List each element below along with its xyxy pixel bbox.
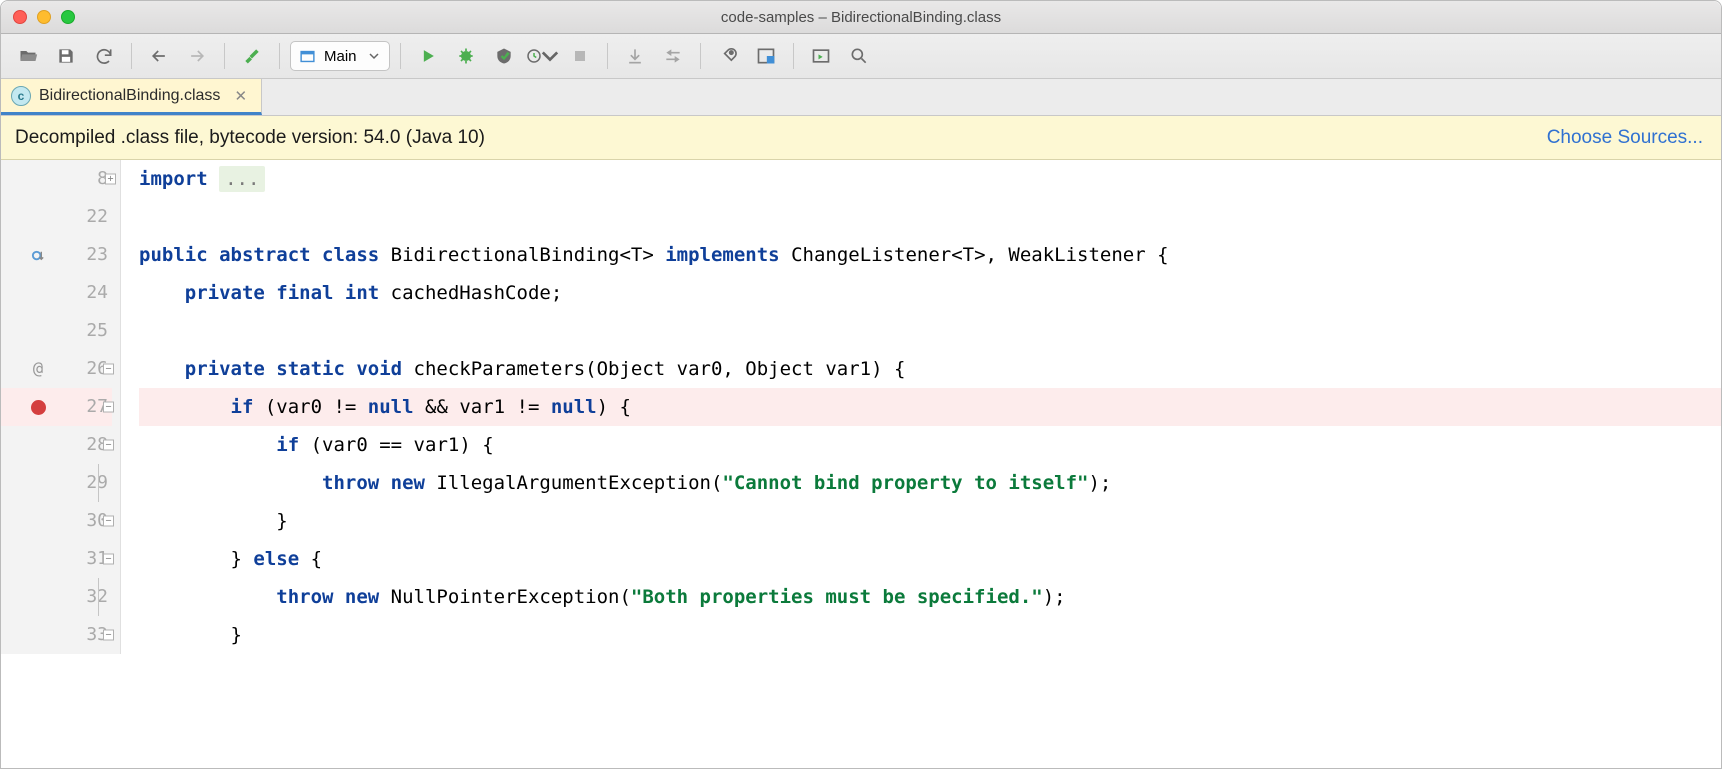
line-number: 26 xyxy=(68,350,108,388)
toolbar-separator xyxy=(131,43,132,69)
line-number: 24 xyxy=(68,274,108,312)
notice-text: Decompiled .class file, bytecode version… xyxy=(15,127,485,149)
line-number: 30 xyxy=(68,502,108,540)
window-minimize-button[interactable] xyxy=(37,10,51,24)
fold-expand-icon[interactable]: + xyxy=(105,174,116,185)
editor-tab-active[interactable]: c BidirectionalBinding.class ✕ xyxy=(1,79,262,115)
toolbar-separator xyxy=(700,43,701,69)
save-button[interactable] xyxy=(49,39,83,73)
override-icon[interactable] xyxy=(31,248,46,263)
chevron-down-icon xyxy=(369,51,379,61)
toolbar-separator xyxy=(224,43,225,69)
tab-close-button[interactable]: ✕ xyxy=(234,87,247,105)
debug-button[interactable] xyxy=(449,39,483,73)
line-number: 31 xyxy=(68,540,108,578)
window-close-button[interactable] xyxy=(13,10,27,24)
nav-back-button[interactable] xyxy=(142,39,176,73)
vcs-update-button[interactable] xyxy=(618,39,652,73)
toolbar-separator xyxy=(793,43,794,69)
run-button[interactable] xyxy=(411,39,445,73)
run-config-label: Main xyxy=(324,48,357,65)
toolbar-separator xyxy=(400,43,401,69)
annotation-icon[interactable]: @ xyxy=(33,350,43,388)
editor-tab-bar: c BidirectionalBinding.class ✕ xyxy=(1,79,1721,116)
main-toolbar: Main xyxy=(1,34,1721,79)
fold-collapse-icon[interactable]: − xyxy=(103,402,114,413)
settings-button[interactable] xyxy=(711,39,745,73)
editor-gutter[interactable]: 8+ 22 23 24 25 @26− 27− 28− 29 30− 31− 3… xyxy=(1,160,121,654)
code-editor[interactable]: 8+ 22 23 24 25 @26− 27− 28− 29 30− 31− 3… xyxy=(1,160,1721,654)
line-number: 25 xyxy=(68,312,108,350)
class-file-icon: c xyxy=(11,86,31,106)
fold-end-icon[interactable]: − xyxy=(103,630,114,641)
line-number: 23 xyxy=(68,236,108,274)
line-number: 27 xyxy=(68,388,108,426)
breakpoint-icon[interactable] xyxy=(31,400,46,415)
coverage-button[interactable] xyxy=(487,39,521,73)
run-anything-button[interactable] xyxy=(804,39,838,73)
run-config-selector[interactable]: Main xyxy=(290,41,390,71)
code-area[interactable]: import ... public abstract class Bidirec… xyxy=(121,160,1721,654)
line-number: 8 xyxy=(68,160,108,198)
search-everywhere-button[interactable] xyxy=(842,39,876,73)
build-button[interactable] xyxy=(235,39,269,73)
line-number: 33 xyxy=(68,616,108,654)
fold-collapse-icon[interactable]: − xyxy=(103,440,114,451)
toolbar-separator xyxy=(279,43,280,69)
traffic-lights xyxy=(13,10,75,24)
fold-collapse-icon[interactable]: − xyxy=(103,364,114,375)
stop-button[interactable] xyxy=(563,39,597,73)
window-maximize-button[interactable] xyxy=(61,10,75,24)
profile-button[interactable] xyxy=(525,39,559,73)
nav-forward-button[interactable] xyxy=(180,39,214,73)
vcs-commit-button[interactable] xyxy=(656,39,690,73)
tab-label: BidirectionalBinding.class xyxy=(39,87,220,105)
fold-end-icon[interactable]: − xyxy=(103,516,114,527)
toolbar-separator xyxy=(607,43,608,69)
line-number: 28 xyxy=(68,426,108,464)
folded-region[interactable]: ... xyxy=(219,166,265,192)
choose-sources-link[interactable]: Choose Sources... xyxy=(1547,127,1703,149)
window-titlebar: code-samples – BidirectionalBinding.clas… xyxy=(1,1,1721,34)
decompiled-notice-bar: Decompiled .class file, bytecode version… xyxy=(1,116,1721,160)
line-number: 22 xyxy=(68,198,108,236)
window-title: code-samples – BidirectionalBinding.clas… xyxy=(1,9,1721,26)
fold-collapse-icon[interactable]: − xyxy=(103,554,114,565)
refresh-button[interactable] xyxy=(87,39,121,73)
project-structure-button[interactable] xyxy=(749,39,783,73)
open-button[interactable] xyxy=(11,39,45,73)
